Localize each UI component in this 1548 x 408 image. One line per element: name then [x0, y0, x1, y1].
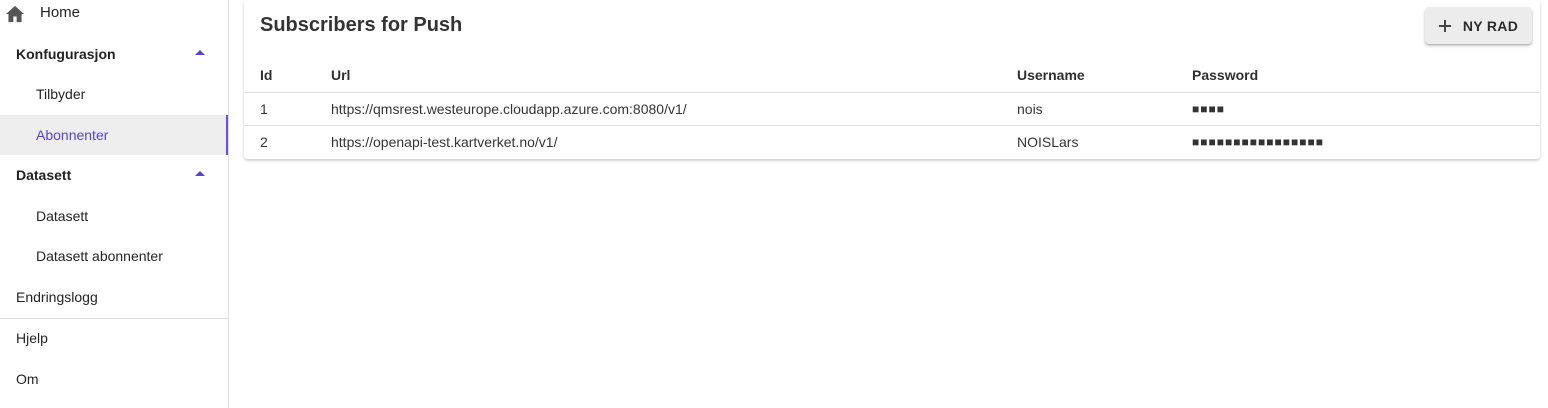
sidebar-item-hjelp[interactable]: Hjelp	[0, 318, 228, 358]
cell-url: https://qmsrest.westeurope.cloudapp.azur…	[331, 92, 1017, 126]
table-row[interactable]: 2 https://openapi-test.kartverket.no/v1/…	[244, 126, 1540, 159]
home-icon	[6, 5, 24, 23]
section-datasett[interactable]: Datasett	[0, 155, 228, 195]
cell-password: ■■■■■■■■■■■■■■■■	[1192, 135, 1324, 149]
sidebar-item-datasett-abonnenter[interactable]: Datasett abonnenter	[0, 236, 228, 276]
sidebar-item-abonnenter[interactable]: Abonnenter	[0, 115, 228, 155]
sidebar-item-label: Om	[16, 371, 39, 387]
sidebar-item-label: Datasett abonnenter	[36, 248, 163, 264]
table-row[interactable]: 1 https://qmsrest.westeurope.cloudapp.az…	[244, 92, 1540, 126]
column-header-password[interactable]: Password	[1192, 58, 1540, 93]
cell-id: 2	[260, 134, 268, 150]
collapse-caret-icon	[195, 50, 205, 55]
sidebar-item-endringslogg[interactable]: Endringslogg	[0, 277, 228, 317]
cell-password: ■■■■	[1192, 92, 1540, 126]
sidebar-item-label: Tilbyder	[36, 86, 86, 102]
cell-id: 1	[244, 92, 331, 126]
sidebar-item-om[interactable]: Om	[0, 359, 228, 399]
subscribers-table: Id Url Username Password 1 https://qmsre…	[244, 58, 1540, 158]
column-header-username[interactable]: Username	[1017, 58, 1192, 93]
home-label: Home	[40, 4, 81, 21]
section-datasett-label: Datasett	[16, 167, 72, 183]
add-row-button-label: NY RAD	[1462, 17, 1519, 34]
add-row-button[interactable]: NY RAD	[1425, 7, 1532, 44]
sidebar-item-datasett[interactable]: Datasett	[0, 196, 228, 236]
sidebar-item-label: Endringslogg	[16, 289, 98, 305]
sidebar-nav: Home Konfugurasjon Tilbyder Abonnenter D…	[0, 0, 229, 408]
cell-url: https://openapi-test.kartverket.no/v1/	[331, 134, 558, 150]
subscribers-card: Subscribers for Push NY RAD Id Url Usern…	[244, 0, 1540, 159]
cell-username: NOISLars	[1017, 134, 1079, 150]
home-link[interactable]: Home	[0, 0, 228, 30]
collapse-caret-icon	[195, 171, 205, 176]
sidebar-item-label: Hjelp	[16, 330, 48, 346]
column-header-url[interactable]: Url	[331, 58, 1017, 93]
cell-username: nois	[1017, 92, 1192, 126]
section-konfigurasjon-label: Konfugurasjon	[16, 46, 116, 62]
column-header-id[interactable]: Id	[244, 58, 331, 93]
table-header-row: Id Url Username Password	[244, 58, 1540, 93]
page-title: Subscribers for Push	[260, 14, 463, 36]
section-konfigurasjon[interactable]: Konfugurasjon	[0, 34, 228, 74]
sidebar-item-tilbyder[interactable]: Tilbyder	[0, 74, 228, 114]
plus-icon	[1438, 19, 1451, 32]
sidebar-item-label: Datasett	[36, 208, 89, 224]
sidebar-item-label: Abonnenter	[36, 127, 109, 143]
